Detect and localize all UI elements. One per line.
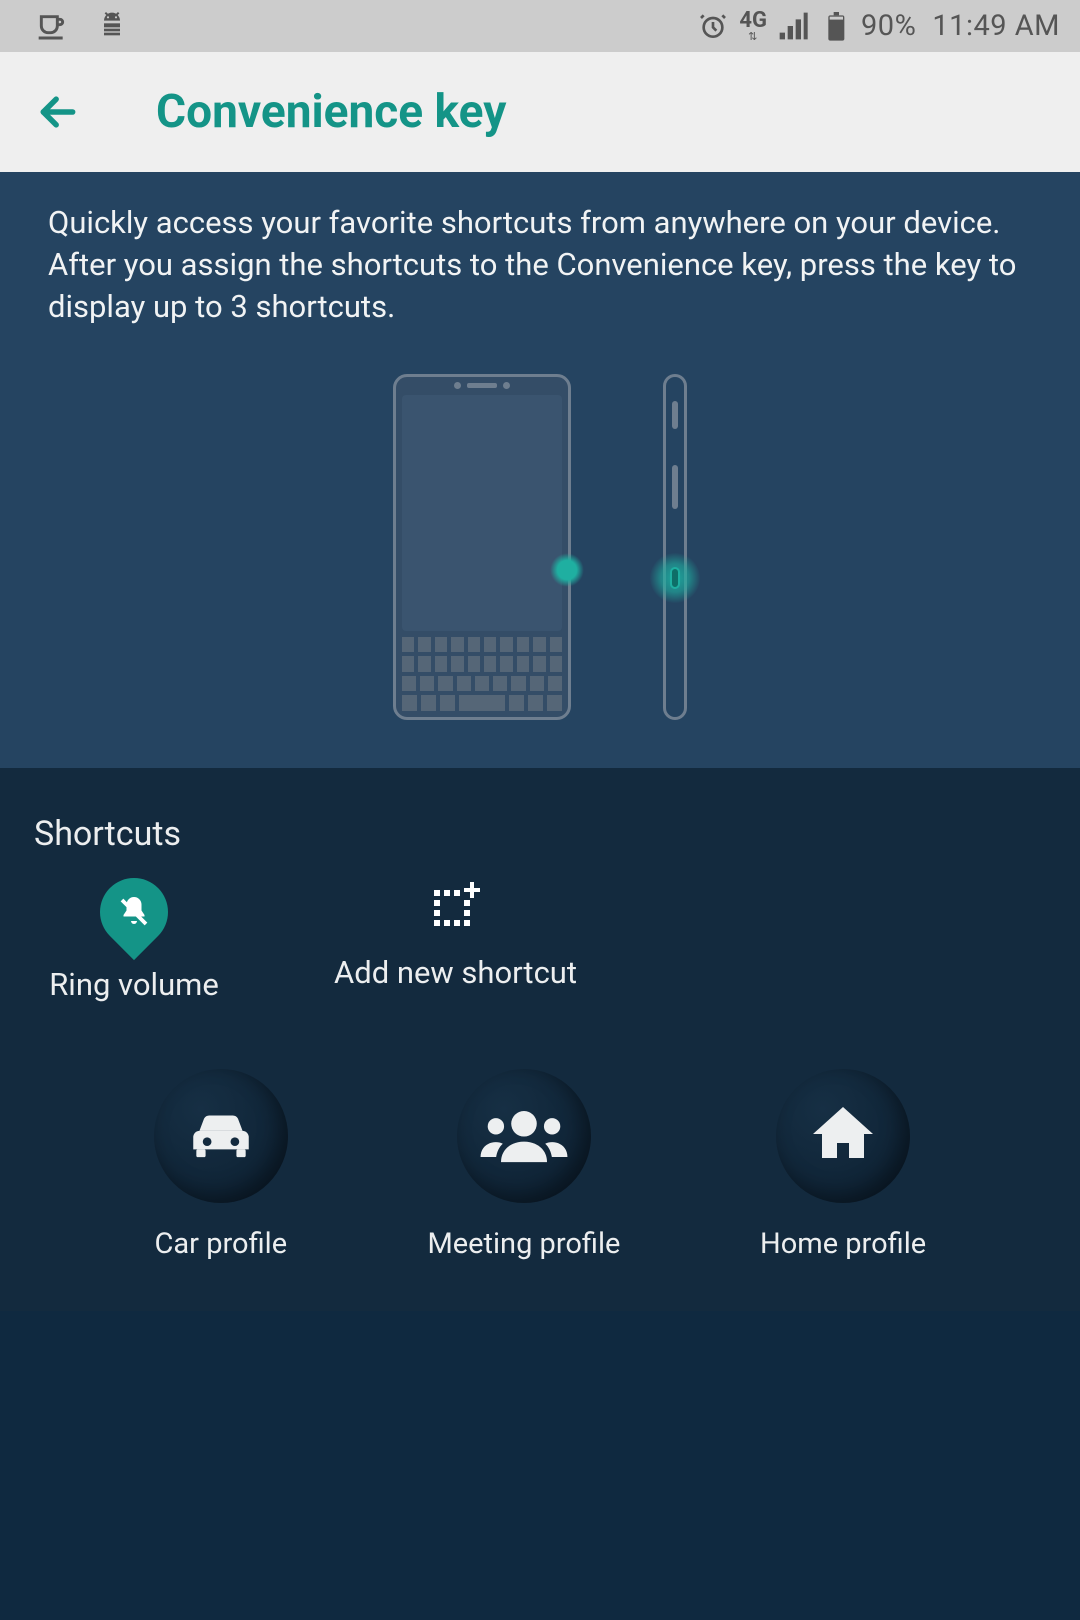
home-icon	[807, 1098, 879, 1174]
page-title: Convenience key	[156, 85, 506, 139]
profile-meeting[interactable]: Meeting profile	[427, 1069, 620, 1261]
battery-percent: 90%	[861, 9, 916, 43]
phone-illustration	[380, 374, 700, 724]
profile-home[interactable]: Home profile	[760, 1069, 926, 1261]
add-shortcut-label: Add new shortcut	[334, 954, 577, 991]
add-new-shortcut[interactable]: Add new shortcut	[334, 878, 577, 1003]
battery-icon	[819, 10, 851, 42]
status-bar: 4G ⇅ 90% 11:49 AM	[0, 0, 1080, 52]
signal-icon	[777, 10, 809, 42]
profile-label: Meeting profile	[427, 1227, 620, 1261]
coffee-icon	[36, 10, 68, 42]
network-label: 4G ⇅	[739, 10, 767, 42]
shortcuts-section: Shortcuts Ring volume Add new	[0, 768, 1080, 1311]
shortcut-ring-volume[interactable]: Ring volume	[34, 878, 234, 1003]
intro-text: Quickly access your favorite shortcuts f…	[48, 202, 1032, 328]
profile-car[interactable]: Car profile	[154, 1069, 288, 1261]
bell-mute-icon	[86, 863, 182, 959]
back-arrow-icon[interactable]	[36, 90, 80, 134]
car-icon	[184, 1097, 258, 1175]
android-icon	[96, 10, 128, 42]
profile-label: Car profile	[155, 1227, 288, 1261]
app-header: Convenience key	[0, 52, 1080, 172]
shortcut-label: Ring volume	[49, 966, 219, 1003]
profile-label: Home profile	[760, 1227, 926, 1261]
shortcuts-heading: Shortcuts	[34, 814, 1046, 854]
clock-time: 11:49 AM	[932, 9, 1060, 43]
intro-section: Quickly access your favorite shortcuts f…	[0, 172, 1080, 768]
add-square-icon	[428, 878, 484, 934]
people-icon	[478, 1097, 570, 1175]
alarm-icon	[697, 10, 729, 42]
